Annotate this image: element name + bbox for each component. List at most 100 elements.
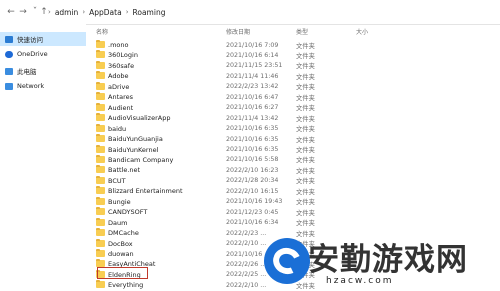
file-row[interactable]: AudioVisualizerApp 2021/11/4 13:42 文件夹 [92,113,492,123]
watermark-logo-icon [264,238,310,284]
folder-icon [96,113,105,122]
folder-icon [96,207,105,216]
file-row[interactable]: BaiduYunKernel 2021/10/16 6:35 文件夹 [92,144,492,155]
file-row[interactable]: .mono 2021/10/16 7:09 文件夹 [92,40,492,50]
cloud-icon [5,50,13,58]
folder-icon [96,217,105,226]
file-name: AudioVisualizerApp [108,114,171,123]
folder-icon [96,81,105,90]
file-row[interactable]: Antares 2021/10/16 6:47 文件夹 [92,92,492,102]
file-name: Battle.net [108,166,141,175]
file-date: 2021/11/4 13:42 [226,114,279,122]
folder-icon [96,228,105,237]
file-row[interactable]: Audient 2021/10/16 6:27 文件夹 [92,102,492,113]
file-row[interactable]: Bungie 2021/10/16 19:43 文件夹 [92,196,492,207]
star-icon [5,35,13,43]
file-name: Daum [108,218,128,227]
watermark: 安勤游戏网 hzacw.com [262,232,500,291]
file-row[interactable]: 360safe 2021/11/15 23:51 文件夹 [92,60,492,71]
folder-icon [96,123,105,132]
file-row[interactable]: Bandicam Company 2021/10/16 5:58 文件夹 [92,154,492,165]
breadcrumb[interactable]: › admin › AppData › Roaming [48,4,165,20]
watermark-text: 安勤游戏网 [308,242,468,278]
file-date: 2022/2/23 ... [226,229,267,237]
folder-icon [96,102,105,111]
folder-icon [96,175,105,184]
folder-icon [96,186,105,195]
file-date: 2021/10/16 6:14 [226,51,279,59]
folder-icon [96,92,105,101]
file-row[interactable]: CANDYSOFT 2021/12/23 0:45 文件夹 [92,207,492,217]
folder-icon [96,154,105,163]
file-row[interactable]: 360Login 2021/10/16 6:14 文件夹 [92,50,492,60]
file-row[interactable]: Battle.net 2022/2/10 16:23 文件夹 [92,165,492,175]
watermark-url: hzacw.com [326,276,394,286]
sidebar-item-quick-access[interactable]: 快速访问 [0,32,86,46]
file-date: 2022/2/23 13:42 [226,83,279,91]
file-date: 2022/2/10 16:15 [226,187,279,195]
file-name: Everything [108,281,144,290]
sidebar-item-label: 此电脑 [17,68,37,76]
file-type: 文件夹 [296,42,315,50]
file-name: 360Login [108,51,138,60]
sidebar-item-network[interactable]: Network [0,79,86,93]
file-type: 文件夹 [296,188,315,196]
file-type: 文件夹 [296,94,315,102]
file-row[interactable]: Daum 2021/10/16 6:34 文件夹 [92,217,492,228]
breadcrumb-item[interactable]: Roaming [133,8,166,17]
folder-icon [96,144,105,153]
file-date: 2021/12/23 0:45 [226,208,279,216]
file-date: 2021/10/16 6:27 [226,104,279,112]
folder-icon [96,280,105,289]
file-date: 2021/10/16 19:43 [226,198,283,206]
column-name-header[interactable]: 名称 [96,27,108,36]
breadcrumb-chevron-icon[interactable]: › [126,8,129,16]
file-name: aDrive [108,82,130,91]
file-name: 360safe [108,61,135,70]
forward-arrow-icon[interactable]: → [18,6,28,18]
column-size-header[interactable]: 大小 [356,27,368,36]
file-name: .mono [108,41,129,49]
sidebar-item-label: 快速访问 [17,36,43,44]
folder-icon [96,71,105,80]
sidebar-item-onedrive[interactable]: OneDrive [0,47,86,61]
file-date: 2022/2/25 ... [226,271,267,279]
file-name: BaiduYunKernel [108,145,159,154]
breadcrumb-chevron-icon[interactable]: › [48,8,51,16]
network-icon [5,82,13,90]
file-type: 文件夹 [296,63,315,71]
file-row[interactable]: Adobe 2021/11/4 11:46 文件夹 [92,71,492,81]
column-type-header[interactable]: 类型 [296,27,308,36]
file-name: DMCache [108,229,139,238]
breadcrumb-item[interactable]: admin [55,8,79,17]
folder-icon [96,249,105,257]
file-type: 文件夹 [296,73,315,81]
file-name: Blizzard Entertainment [108,187,183,196]
file-name: baidu [108,124,127,133]
file-type: 文件夹 [296,199,315,207]
breadcrumb-item[interactable]: AppData [89,8,122,17]
file-type: 文件夹 [296,115,315,123]
file-name: CANDYSOFT [108,208,148,217]
file-name: duowan [108,250,134,258]
column-date-header[interactable]: 修改日期 [226,27,250,36]
breadcrumb-chevron-icon[interactable]: › [82,8,85,16]
file-row[interactable]: baidu 2021/10/16 6:35 文件夹 [92,123,492,134]
sidebar-item-this-pc[interactable]: 此电脑 [0,64,86,78]
file-row[interactable]: Blizzard Entertainment 2022/2/10 16:15 文件夹 [92,186,492,196]
folder-icon [96,196,105,205]
back-arrow-icon[interactable]: ← [6,6,16,18]
file-date: 2022/2/26 ... [226,260,267,268]
file-type: 文件夹 [296,105,315,113]
file-row[interactable]: BaiduYunGuanjia 2021/10/16 6:35 文件夹 [92,134,492,144]
file-type: 文件夹 [296,209,315,217]
file-date: 2021/11/15 23:51 [226,62,283,70]
computer-icon [5,67,13,75]
file-date: 2021/11/4 11:46 [226,72,279,80]
file-row[interactable]: aDrive 2022/2/23 13:42 文件夹 [92,81,492,92]
file-date: 2022/2/10 ... [226,281,267,289]
file-date: 2022/2/10 16:23 [226,166,279,174]
file-row[interactable]: BCUT 2022/1/28 20:34 文件夹 [92,175,492,186]
file-date: 2021/10/16 6:34 [226,219,279,227]
file-type: 文件夹 [296,178,315,186]
